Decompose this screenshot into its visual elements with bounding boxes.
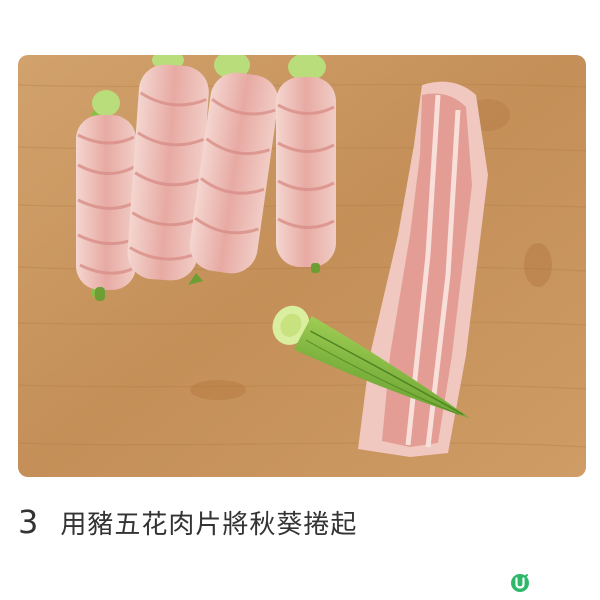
step-number: 3: [18, 503, 39, 541]
step-photo: [18, 55, 586, 477]
brand-logo-icon: [510, 573, 530, 593]
step-caption: 3 用豬五花肉片將秋葵捲起: [18, 500, 357, 544]
recipe-step-card: 3 用豬五花肉片將秋葵捲起: [0, 0, 600, 600]
step-instruction: 用豬五花肉片將秋葵捲起: [60, 509, 358, 540]
